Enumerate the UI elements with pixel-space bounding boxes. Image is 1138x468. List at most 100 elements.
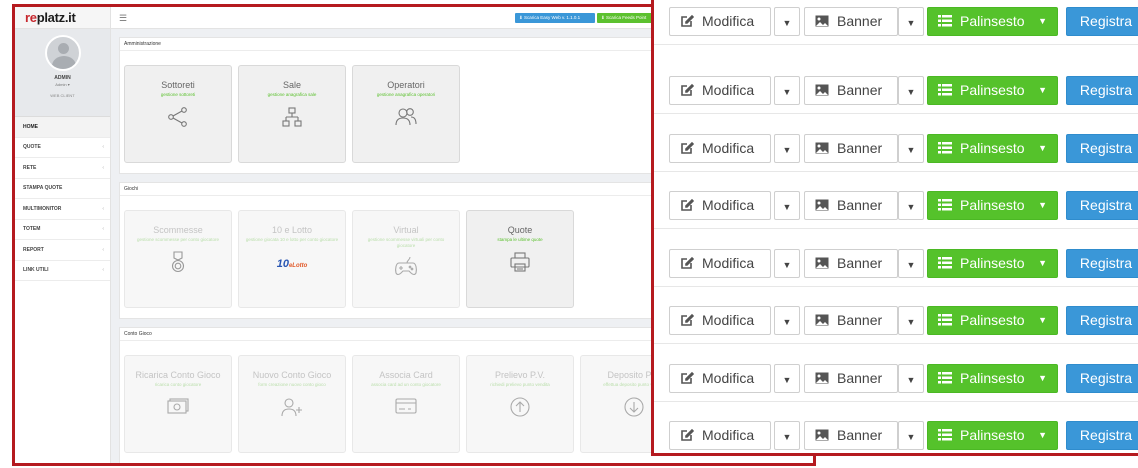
tile-prelievo-pv[interactable]: Prelievo P.V. richiedi prelievo punto ve… <box>466 355 574 453</box>
tile-sale[interactable]: Sale gestione anagrafica sale <box>238 65 346 163</box>
sidebar-item-home[interactable]: HOME <box>15 117 110 138</box>
register-button[interactable]: Registra <box>1066 249 1138 278</box>
action-row: Modifica ▼ Banner ▼ Palinsesto ▼ Registra <box>654 237 1138 287</box>
banner-button[interactable]: Banner <box>804 7 898 36</box>
hamburger-menu-icon[interactable]: ☰ <box>119 13 127 24</box>
schedule-button[interactable]: Palinsesto ▼ <box>927 7 1058 36</box>
caret-down-icon: ▼ <box>906 18 916 28</box>
tile-nuovo-conto-gioco[interactable]: Nuovo Conto Gioco form creazione nuovo c… <box>238 355 346 453</box>
modify-dropdown-toggle[interactable]: ▼ <box>774 421 800 450</box>
modify-button[interactable]: Modifica <box>669 306 771 335</box>
caret-down-icon[interactable]: ▼ <box>1038 307 1047 334</box>
schedule-button[interactable]: Palinsesto ▼ <box>927 249 1058 278</box>
modify-button[interactable]: Modifica <box>669 249 771 278</box>
modify-dropdown-toggle[interactable]: ▼ <box>774 191 800 220</box>
sidebar-item-label: REPORT <box>23 246 44 253</box>
banner-dropdown-toggle[interactable]: ▼ <box>898 134 924 163</box>
edit-icon <box>680 77 695 104</box>
banner-button[interactable]: Banner <box>804 364 898 393</box>
tile-10-e-lotto[interactable]: 10 e Lotto gestione giocata 10 e lotto p… <box>238 210 346 308</box>
tile-title: Nuovo Conto Gioco <box>252 370 332 380</box>
modify-dropdown-toggle[interactable]: ▼ <box>774 134 800 163</box>
register-button[interactable]: Registra <box>1066 76 1138 105</box>
schedule-button[interactable]: Palinsesto ▼ <box>927 306 1058 335</box>
schedule-button[interactable]: Palinsesto ▼ <box>927 134 1058 163</box>
modify-label: Modifica <box>702 312 755 328</box>
banner-dropdown-toggle[interactable]: ▼ <box>898 306 924 335</box>
banner-dropdown-toggle[interactable]: ▼ <box>898 249 924 278</box>
banner-label: Banner <box>837 140 883 156</box>
download-easy-web-button[interactable]: ⬇ Scarica Easy Web v. 1.1.0.1 <box>515 13 595 23</box>
register-button[interactable]: Registra <box>1066 364 1138 393</box>
caret-down-icon[interactable]: ▼ <box>1038 8 1047 35</box>
caret-down-icon[interactable]: ▼ <box>1038 77 1047 104</box>
caret-down-icon[interactable]: ▼ <box>1038 250 1047 277</box>
schedule-button[interactable]: Palinsesto ▼ <box>927 191 1058 220</box>
banner-dropdown-toggle[interactable]: ▼ <box>898 364 924 393</box>
modify-button[interactable]: Modifica <box>669 191 771 220</box>
register-button[interactable]: Registra <box>1066 191 1138 220</box>
banner-button[interactable]: Banner <box>804 134 898 163</box>
banner-dropdown-toggle[interactable]: ▼ <box>898 76 924 105</box>
caret-down-icon: ▼ <box>782 18 792 28</box>
schedule-button[interactable]: Palinsesto ▼ <box>927 421 1058 450</box>
tile-virtual[interactable]: Virtual gestione scommesse virtuali per … <box>352 210 460 308</box>
schedule-label: Palinsesto <box>960 140 1025 156</box>
caret-down-icon[interactable]: ▼ <box>1038 422 1047 449</box>
banner-dropdown-toggle[interactable]: ▼ <box>898 421 924 450</box>
banner-dropdown-toggle[interactable]: ▼ <box>898 7 924 36</box>
modify-dropdown-toggle[interactable]: ▼ <box>774 364 800 393</box>
tile-associa-card[interactable]: Associa Card associa card ad un conto gi… <box>352 355 460 453</box>
modify-button[interactable]: Modifica <box>669 421 771 450</box>
tile-ricarica-conto-gioco[interactable]: Ricarica Conto Gioco ricarica conto gioc… <box>124 355 232 453</box>
register-button[interactable]: Registra <box>1066 7 1138 36</box>
modify-dropdown-toggle[interactable]: ▼ <box>774 76 800 105</box>
register-button[interactable]: Registra <box>1066 421 1138 450</box>
user-role-dropdown[interactable]: Admin ▾ <box>15 82 110 87</box>
modify-button[interactable]: Modifica <box>669 7 771 36</box>
banner-dropdown-toggle[interactable]: ▼ <box>898 191 924 220</box>
modify-button[interactable]: Modifica <box>669 364 771 393</box>
tile-operatori[interactable]: Operatori gestione anagrafica operatori <box>352 65 460 163</box>
banner-button[interactable]: Banner <box>804 76 898 105</box>
tile-sottoreti[interactable]: Sottoreti gestione sottoreti <box>124 65 232 163</box>
sidebar-item-report[interactable]: REPORT ‹ <box>15 240 110 261</box>
caret-down-icon: ▼ <box>782 432 792 442</box>
sidebar-item-label: RETE <box>23 164 37 171</box>
brand-logo[interactable]: replatz.it <box>15 7 110 29</box>
modify-dropdown-toggle[interactable]: ▼ <box>774 306 800 335</box>
caret-down-icon: ▼ <box>906 260 916 270</box>
tile-title: Virtual <box>393 225 419 235</box>
caret-down-icon[interactable]: ▼ <box>1038 192 1047 219</box>
tile-quote[interactable]: Quote stampa le ultime quote <box>466 210 574 308</box>
caret-down-icon[interactable]: ▼ <box>1038 365 1047 392</box>
caret-down-icon: ▼ <box>782 202 792 212</box>
caret-down-icon[interactable]: ▼ <box>1038 135 1047 162</box>
sidebar-item-rete[interactable]: RETE ‹ <box>15 158 110 179</box>
sidebar-item-stampa-quote[interactable]: STAMPA QUOTE <box>15 178 110 199</box>
schedule-button[interactable]: Palinsesto ▼ <box>927 76 1058 105</box>
tile-scommesse[interactable]: Scommesse gestione scommesse per conto g… <box>124 210 232 308</box>
banner-label: Banner <box>837 82 883 98</box>
schedule-button[interactable]: Palinsesto ▼ <box>927 364 1058 393</box>
banner-button[interactable]: Banner <box>804 421 898 450</box>
register-button[interactable]: Registra <box>1066 306 1138 335</box>
sidebar-item-link-utili[interactable]: LINK UTILI ‹ <box>15 260 110 281</box>
sidebar-item-totem[interactable]: TOTEM ‹ <box>15 219 110 240</box>
download-feeds-button[interactable]: ⬇ Scarica Feeds Point <box>597 13 657 23</box>
register-button[interactable]: Registra <box>1066 134 1138 163</box>
modify-button[interactable]: Modifica <box>669 134 771 163</box>
banner-button[interactable]: Banner <box>804 191 898 220</box>
tile-subtitle: stampa le ultime quote <box>497 237 543 242</box>
banner-button[interactable]: Banner <box>804 306 898 335</box>
modify-label: Modifica <box>702 140 755 156</box>
sidebar-item-quote[interactable]: QUOTE ‹ <box>15 137 110 158</box>
banner-button[interactable]: Banner <box>804 249 898 278</box>
sidebar-item-multimonitor[interactable]: MULTIMONITOR ‹ <box>15 199 110 220</box>
caret-down-icon: ▼ <box>906 375 916 385</box>
screenshot-stage: replatz.it ADMIN Admin ▾ WEB CLIENT HOME… <box>0 0 1138 468</box>
modify-button[interactable]: Modifica <box>669 76 771 105</box>
modify-dropdown-toggle[interactable]: ▼ <box>774 7 800 36</box>
modify-dropdown-toggle[interactable]: ▼ <box>774 249 800 278</box>
avatar[interactable] <box>44 35 81 71</box>
